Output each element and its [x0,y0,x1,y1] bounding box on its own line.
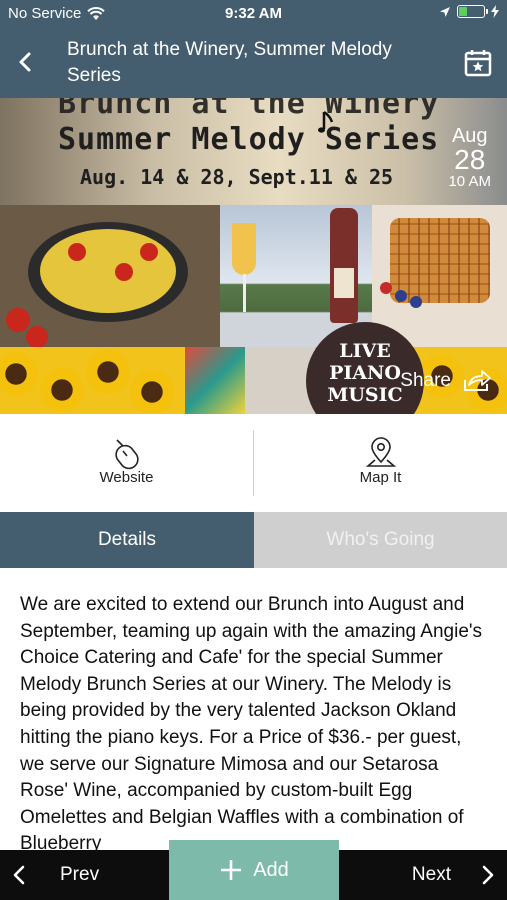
painting-photo [185,347,245,414]
waffle-grid-shape [390,218,490,303]
plus-icon [221,860,242,880]
tab-bar: Details Who's Going [0,512,507,568]
banner-line-1: Brunch at the Winery [58,98,440,121]
tab-whos-going[interactable]: Who's Going [254,512,507,568]
wine-bottle-shape [330,208,358,323]
date-month: Aug [451,125,488,147]
charging-bolt-icon [491,5,499,18]
add-button[interactable]: Add [169,840,339,900]
battery-icon [457,5,488,18]
prev-label: Prev [60,864,100,885]
event-banner: Brunch at the Winery Summer Melody Serie… [0,98,507,205]
tomato-shape [6,308,30,332]
add-to-calendar-icon[interactable] [463,48,493,78]
next-button[interactable]: Next [412,850,495,900]
map-pin-icon [365,437,396,467]
share-icon [464,370,491,391]
tomato-shape [115,263,133,281]
add-label: Add [253,858,289,881]
date-day: 28 [454,144,486,175]
status-right [439,5,499,18]
bottle-label-shape [334,268,354,298]
music-note-icon [318,110,334,133]
back-chevron-icon[interactable] [12,46,40,78]
sunflower-shape [130,370,174,414]
sunflower-shape [86,350,130,394]
omelette-shape [40,229,176,313]
page-title: Brunch at the Winery, Summer Melody Seri… [67,39,392,86]
website-button[interactable]: Website [0,414,253,512]
event-hero-image: Brunch at the Winery Summer Melody Serie… [0,98,507,414]
chevron-left-icon [13,865,25,885]
share-label: Share [400,370,451,391]
tab-details[interactable]: Details [0,512,254,568]
tomato-shape [68,243,86,261]
share-button[interactable]: Share [400,370,491,392]
blueberry-shape [410,296,422,308]
status-time: 9:32 AM [225,5,282,22]
map-it-label: Map It [359,469,402,486]
prev-button[interactable]: Prev [12,850,99,900]
chevron-right-icon [482,865,494,885]
website-label: Website [99,469,154,486]
glass-stem-shape [243,274,246,312]
date-time: 10 AM [448,173,491,190]
strawberry-shape [380,282,392,294]
status-bar: No Service 9:32 AM [0,0,507,26]
location-arrow-icon [440,6,450,17]
pianist-photo [245,347,315,414]
tomato-shape [140,243,158,261]
nav-bar: Brunch at the Winery, Summer Melody Seri… [0,26,507,98]
date-badge: Aug 28 10 AM [448,126,491,189]
blueberry-shape [395,290,407,302]
live-piano-text: LIVE PIANO MUSIC [327,340,403,406]
sunflower-shape [40,368,84,412]
banner-line-2: Summer Melody Series [58,122,440,157]
banner-dates: Aug. 14 & 28, Sept.11 & 25 [80,165,394,189]
action-row: Website Map It [0,414,507,512]
next-label: Next [411,864,451,885]
tomato-shape [26,326,48,348]
mouse-icon [114,439,139,470]
mimosa-glass-shape [232,223,256,275]
event-description: We are excited to extend our Brunch into… [20,594,483,855]
map-it-button[interactable]: Map It [254,414,507,512]
